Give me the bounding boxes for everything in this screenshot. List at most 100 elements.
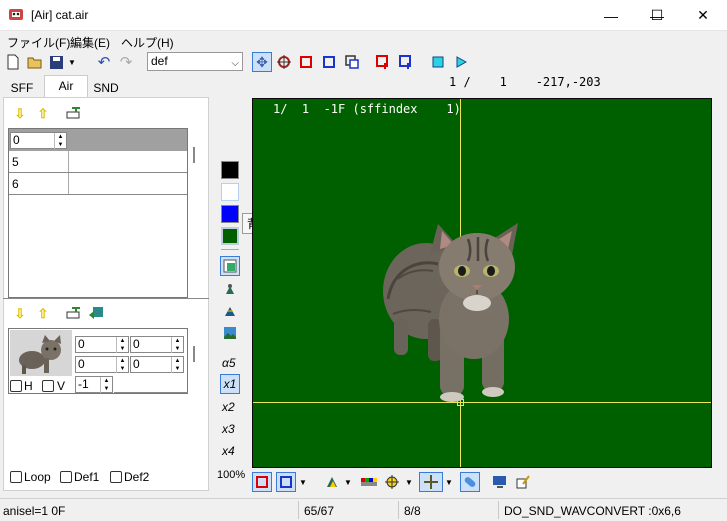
sprite-thumbnail[interactable]	[10, 330, 72, 376]
frame-y2-input[interactable]: 0 ▲ ▼	[130, 356, 184, 373]
preview-canvas[interactable]: 1/ 1 -1F (sffindex 1)	[252, 98, 712, 468]
zoom-x3-button[interactable]: x3	[222, 422, 235, 436]
spin-up-icon[interactable]: ▲	[116, 337, 128, 345]
spin-up-icon[interactable]: ▲	[54, 133, 66, 141]
window-title: [Air] cat.air	[31, 8, 89, 22]
sprite-figure-alt-icon	[225, 307, 235, 316]
palette-button[interactable]	[359, 472, 379, 492]
maximize-button[interactable]: ☐	[634, 0, 680, 31]
blue-box-icon	[280, 476, 292, 488]
zoom-custom-button[interactable]: α5	[222, 356, 236, 370]
action-number-spinner[interactable]: 0 ▲ ▼	[10, 132, 67, 149]
move-tool-button[interactable]: ✥	[252, 52, 272, 72]
spin-down-icon[interactable]: ▼	[116, 345, 128, 353]
maximize-icon: ☐	[650, 7, 664, 23]
clsn1-box-button[interactable]	[296, 52, 316, 72]
tab-sff[interactable]: SFF	[4, 78, 40, 97]
spin-down-icon[interactable]: ▼	[171, 365, 183, 373]
image-view-button[interactable]	[220, 323, 240, 343]
zoom-x4-button[interactable]: x4	[222, 444, 235, 458]
minimize-btn[interactable]: —	[588, 0, 634, 31]
transparency-input[interactable]: -1 ▲ ▼	[75, 376, 113, 393]
new-file-icon	[7, 54, 19, 70]
clsn2-box-button[interactable]	[319, 52, 339, 72]
frame-y1-input[interactable]: 0 ▲ ▼	[130, 336, 184, 353]
menu-file[interactable]: ファイル(F)	[7, 34, 70, 51]
target-tool-button[interactable]	[274, 52, 294, 72]
def2-checkbox[interactable]	[110, 471, 122, 483]
def1-checkbox[interactable]	[60, 471, 72, 483]
spin-down-icon[interactable]: ▼	[116, 365, 128, 373]
clsn-dropdown[interactable]: ▼	[297, 472, 309, 492]
copy-frame-button[interactable]	[88, 306, 104, 322]
list-item[interactable]: 6	[9, 173, 187, 195]
zoom-x2-button[interactable]: x2	[222, 400, 235, 414]
sprite-tool-2[interactable]	[220, 301, 240, 321]
action-select[interactable]: def ⌵	[147, 52, 243, 71]
save-dropdown-button[interactable]: ▼	[66, 52, 78, 72]
frame-move-up-button[interactable]: ⇧	[35, 306, 51, 322]
spin-up-icon[interactable]: ▲	[116, 357, 128, 365]
zoom-x1-button[interactable]: x1	[220, 374, 240, 394]
onion-dropdown[interactable]: ▼	[342, 472, 354, 492]
scrollbar-thumb[interactable]	[193, 346, 195, 362]
spin-up-icon[interactable]: ▲	[100, 377, 112, 385]
bg-color-swatch-white[interactable]	[221, 183, 239, 201]
spin-up-icon[interactable]: ▲	[171, 357, 183, 365]
flip-v-checkbox[interactable]	[42, 380, 54, 392]
crosshair-toggle[interactable]	[419, 472, 443, 492]
screen-capture-button[interactable]	[490, 472, 510, 492]
spin-down-icon[interactable]: ▼	[54, 141, 66, 149]
menu-edit[interactable]: 編集(E)	[70, 34, 110, 51]
close-button[interactable]: ✕	[680, 0, 726, 31]
insert-action-button[interactable]	[66, 106, 82, 122]
bg-color-swatch-green[interactable]	[221, 227, 239, 245]
flip-h-checkbox[interactable]	[10, 380, 22, 392]
list-item[interactable]: 5	[9, 151, 187, 173]
play-button[interactable]	[451, 52, 471, 72]
link-toggle[interactable]	[460, 472, 480, 492]
move-up-button[interactable]: ⇧	[35, 106, 51, 122]
properties-button[interactable]	[513, 472, 533, 492]
show-clsn2-toggle[interactable]	[276, 472, 296, 492]
add-blue-box-button[interactable]	[396, 52, 416, 72]
stop-button[interactable]	[428, 52, 448, 72]
frame-move-down-button[interactable]: ⇩	[12, 306, 28, 322]
crosshair-dropdown[interactable]: ▼	[443, 472, 455, 492]
show-clsn1-toggle[interactable]	[252, 472, 272, 492]
tab-snd[interactable]: SND	[88, 78, 124, 97]
scrollbar-thumb[interactable]	[193, 147, 195, 163]
undo-button[interactable]: ↶	[94, 52, 114, 72]
status-sprite-count: 65/67	[304, 504, 335, 518]
capsule-link-icon	[464, 477, 476, 487]
tab-air[interactable]: Air	[44, 75, 88, 97]
loop-checkbox[interactable]	[10, 471, 22, 483]
onion-skin-button[interactable]	[322, 472, 342, 492]
insert-frame-button[interactable]	[66, 306, 82, 322]
open-file-button[interactable]	[25, 52, 45, 72]
bg-color-swatch-1[interactable]	[221, 161, 239, 179]
move-down-button[interactable]: ⇩	[12, 106, 28, 122]
spin-up-icon[interactable]: ▲	[171, 337, 183, 345]
frame-y2-value: 0	[133, 357, 140, 371]
redo-button[interactable]: ↷	[116, 52, 136, 72]
bg-color-swatch-blue[interactable]	[221, 205, 239, 223]
axis-target-button[interactable]	[382, 472, 402, 492]
spin-down-icon[interactable]: ▼	[171, 345, 183, 353]
sprite-tool-1[interactable]	[220, 279, 240, 299]
show-grid-toggle[interactable]	[220, 256, 240, 276]
new-file-button[interactable]	[3, 52, 23, 72]
copy-box-button[interactable]	[342, 52, 362, 72]
frame-x2-value: 0	[78, 357, 85, 371]
frame-x1-input[interactable]: 0 ▲ ▼	[75, 336, 129, 353]
menu-help[interactable]: ヘルプ(H)	[121, 34, 174, 51]
save-button[interactable]	[46, 52, 66, 72]
axis-dropdown[interactable]: ▼	[403, 472, 415, 492]
cat-sprite[interactable]	[378, 219, 528, 404]
add-red-box-button[interactable]	[373, 52, 393, 72]
action-filter-box[interactable]	[140, 106, 204, 123]
action-list[interactable]: 0 ▲ ▼ 5 6	[8, 128, 188, 298]
copy-boxes-icon	[345, 55, 359, 69]
spin-down-icon[interactable]: ▼	[100, 385, 112, 393]
frame-x2-input[interactable]: 0 ▲ ▼	[75, 356, 129, 373]
